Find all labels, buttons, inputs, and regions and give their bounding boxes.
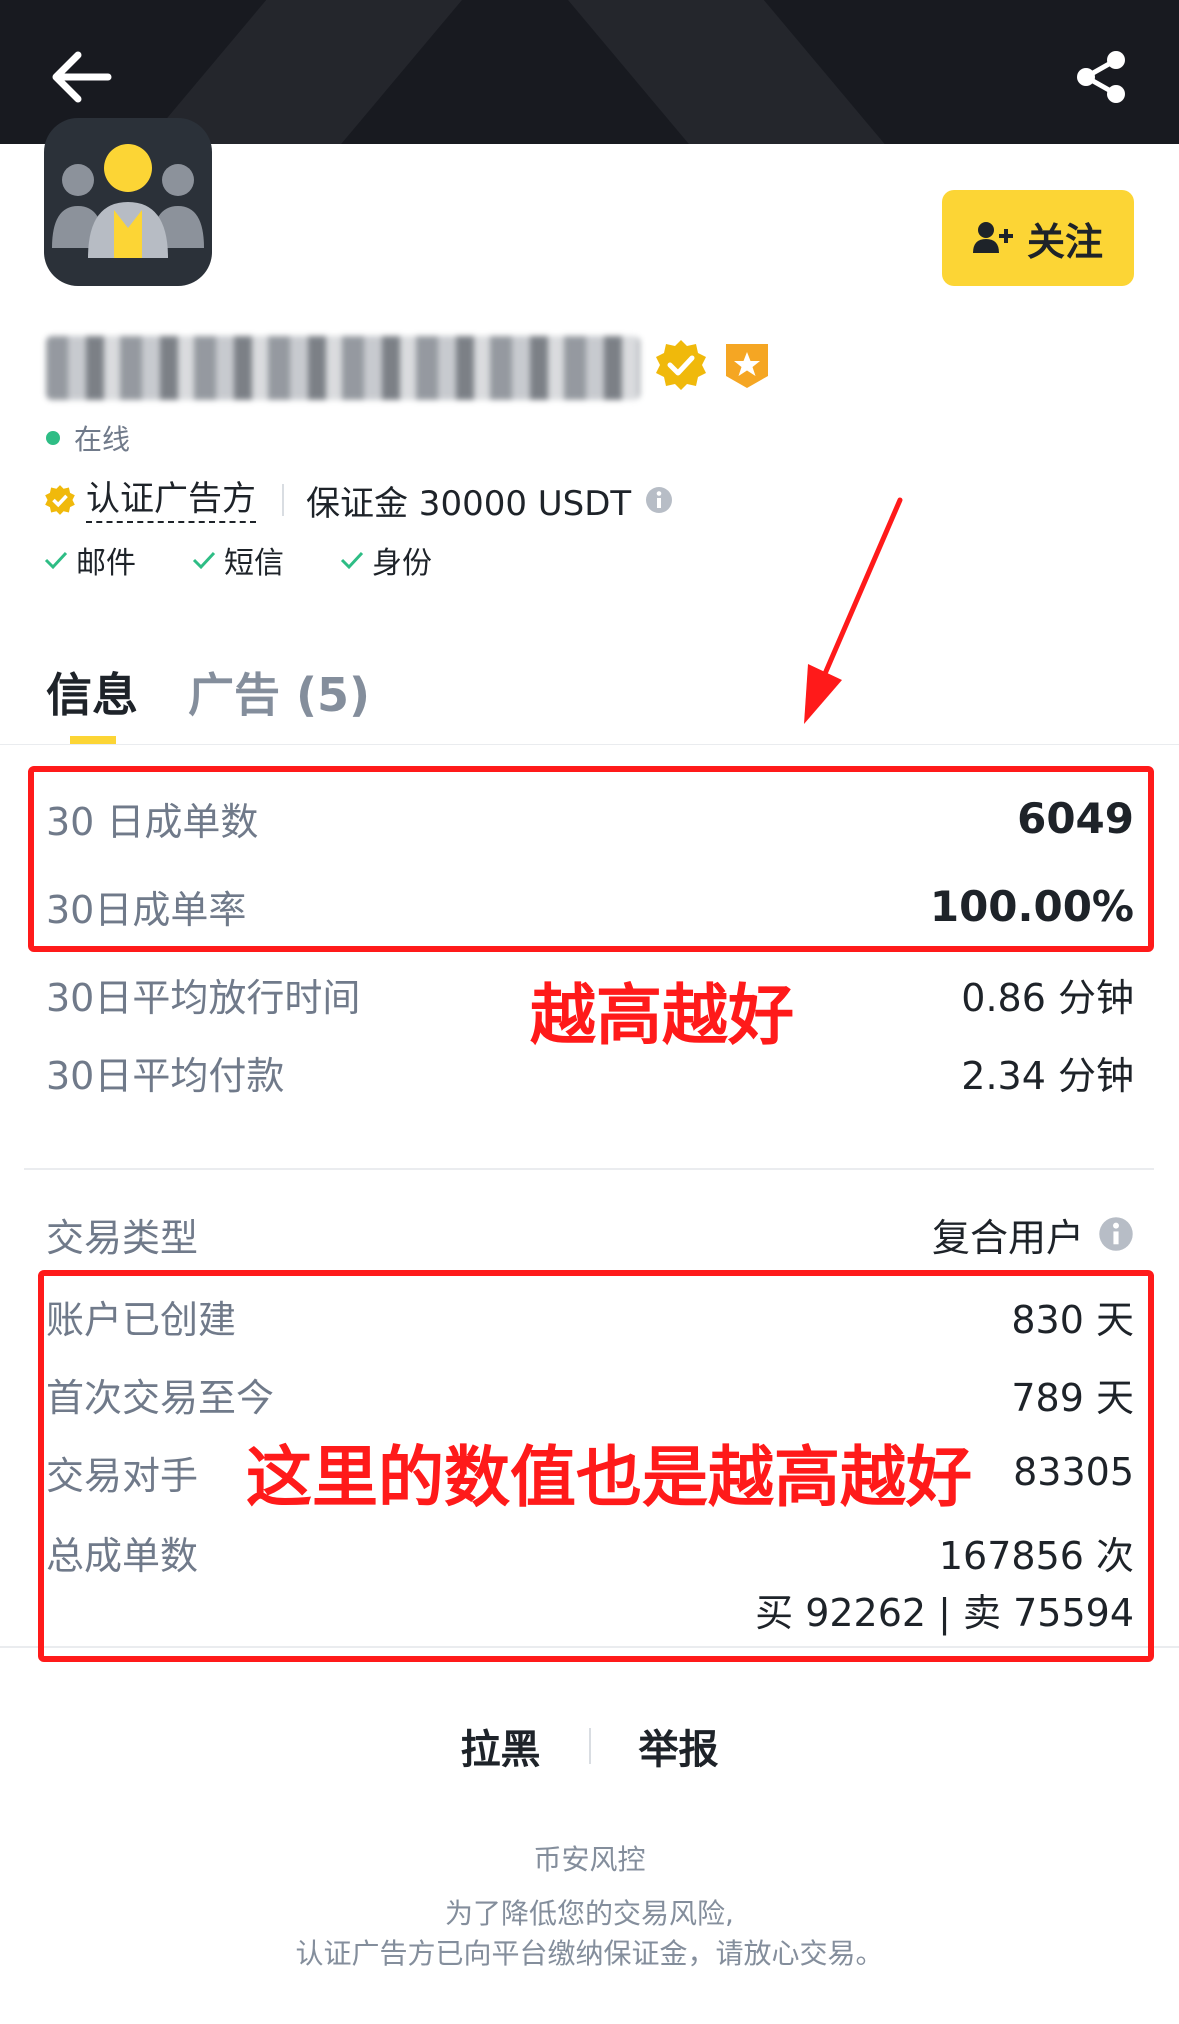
section-divider (24, 1168, 1154, 1170)
certified-advertiser-link[interactable]: 认证广告方 (86, 477, 256, 523)
avatar (44, 118, 212, 286)
deposit-label: 保证金 30000 USDT (306, 483, 632, 524)
risk-text-line1: 为了降低您的交易风险, (445, 1897, 734, 1930)
info-icon[interactable] (645, 486, 673, 514)
separator (282, 484, 284, 516)
star-badge-icon (726, 344, 768, 388)
check-label: 身份 (372, 546, 432, 581)
online-label: 在线 (74, 423, 131, 456)
annotation-text: 这里的数值也是越高越好 (246, 1439, 972, 1516)
separator (588, 1728, 591, 1764)
share-icon[interactable] (1074, 50, 1128, 104)
check-label: 短信 (224, 546, 284, 581)
annotation-box (28, 766, 1154, 952)
follow-button[interactable]: 关注 (942, 190, 1134, 286)
merchant-name-blurred (46, 336, 640, 400)
check-icon (192, 551, 216, 570)
stat-value: 2.34 分钟 (961, 1053, 1134, 1098)
stat-label: 30日平均放行时间 (46, 975, 361, 1020)
verification-checks: 邮件 短信 身份 (44, 538, 488, 582)
follow-label: 关注 (1026, 219, 1103, 264)
tab-indicator (70, 736, 116, 744)
tab-info[interactable]: 信息 (46, 659, 138, 725)
online-status: 在线 (46, 418, 130, 458)
check-identity: 身份 (340, 538, 432, 582)
report-button[interactable]: 举报 (639, 1717, 719, 1775)
detail-value: 复合用户 (931, 1215, 1084, 1260)
annotation-text: 越高越好 (530, 977, 794, 1054)
risk-text-line2: 认证广告方已向平台缴纳保证金，请放心交易。 (295, 1937, 884, 1970)
tab-ads[interactable]: 广告 (5) (188, 659, 370, 725)
footer-actions: 拉黑 举报 (0, 1716, 1179, 1776)
stat-label: 30日平均付款 (46, 1053, 285, 1098)
check-sms: 短信 (192, 538, 284, 582)
tab-divider (0, 744, 1179, 745)
detail-value-wrap: 复合用户 (932, 1207, 1134, 1262)
check-icon (44, 551, 68, 570)
detail-label: 交易类型 (46, 1215, 199, 1260)
group-avatar-icon (52, 144, 204, 258)
arrow-left-icon[interactable] (48, 50, 112, 104)
add-user-icon (972, 222, 1013, 253)
annotation-arrow-icon (804, 497, 903, 724)
verified-small-icon (45, 485, 75, 515)
detail-row-trade-type: 交易类型 复合用户 (46, 1206, 1134, 1262)
check-icon (340, 551, 364, 570)
risk-title: 币安风控 (533, 1843, 646, 1876)
online-dot-icon (46, 431, 60, 445)
check-label: 邮件 (76, 546, 136, 581)
verified-badge-icon (656, 340, 706, 390)
stat-value: 0.86 分钟 (961, 975, 1134, 1020)
block-button[interactable]: 拉黑 (461, 1717, 541, 1775)
tab-bar: 信息 广告 (5) (46, 652, 370, 732)
banner-decoration (537, 0, 1013, 144)
check-email: 邮件 (44, 538, 136, 582)
info-icon[interactable] (1098, 1216, 1134, 1252)
certification-row: 认证广告方 保证金 30000 USDT (44, 474, 673, 526)
